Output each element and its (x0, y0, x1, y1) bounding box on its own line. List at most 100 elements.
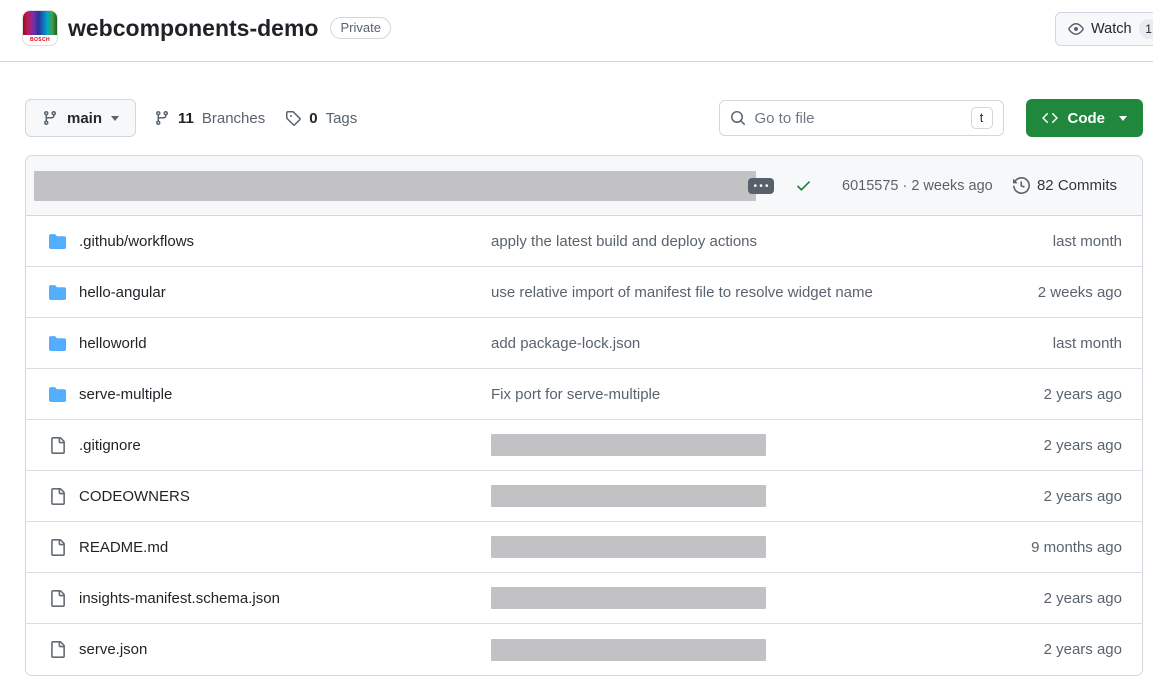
watch-button[interactable]: Watch 1 (1055, 12, 1153, 46)
file-icon (49, 437, 66, 454)
chevron-down-icon (111, 116, 119, 121)
file-name-cell: README.md (26, 539, 491, 556)
table-row[interactable]: .gitignore 2 years ago (26, 420, 1142, 471)
code-button[interactable]: Code (1026, 99, 1144, 137)
file-name-cell: helloworld (26, 335, 491, 352)
eye-icon (1068, 21, 1084, 37)
folder-icon (49, 284, 66, 301)
folder-icon (49, 335, 66, 352)
tags-label: Tags (326, 110, 358, 127)
file-name-link[interactable]: helloworld (79, 335, 147, 352)
table-row[interactable]: CODEOWNERS 2 years ago (26, 471, 1142, 522)
branch-selector-button[interactable]: main (25, 99, 136, 137)
commit-message-link[interactable]: add package-lock.json (491, 335, 640, 352)
commit-message-cell (491, 485, 982, 507)
table-row[interactable]: serve.json 2 years ago (26, 624, 1142, 675)
table-row[interactable]: serve-multiple Fix port for serve-multip… (26, 369, 1142, 420)
commit-message-redaction (491, 434, 766, 456)
file-icon (49, 488, 66, 505)
commit-message-cell (491, 536, 982, 558)
go-to-file-search[interactable]: t (719, 100, 1004, 136)
commit-message-redaction (491, 536, 766, 558)
file-name-cell: serve-multiple (26, 386, 491, 403)
last-updated-cell: 2 years ago (982, 488, 1142, 505)
folder-icon (49, 386, 66, 403)
file-name-link[interactable]: serve-multiple (79, 386, 172, 403)
last-updated-cell: 2 years ago (982, 437, 1142, 454)
folder-icon (49, 233, 66, 250)
last-updated-cell: 2 weeks ago (982, 284, 1142, 301)
file-name-cell: insights-manifest.schema.json (26, 590, 491, 607)
file-name-link[interactable]: insights-manifest.schema.json (79, 590, 280, 607)
shortcut-key-badge: t (971, 107, 993, 129)
file-name-cell: .github/workflows (26, 233, 491, 250)
commit-message-link[interactable]: use relative import of manifest file to … (491, 284, 873, 301)
table-row[interactable]: helloworld add package-lock.json last mo… (26, 318, 1142, 369)
go-to-file-input[interactable] (755, 110, 962, 127)
commit-message-link[interactable]: apply the latest build and deploy action… (491, 233, 757, 250)
latest-commit-bar: 6015575 · 2 weeks ago 82 Commits (26, 156, 1142, 216)
commit-message-cell (491, 587, 982, 609)
last-updated-cell: last month (982, 233, 1142, 250)
commit-author-message-redaction (34, 171, 756, 201)
history-icon (1013, 177, 1030, 194)
file-name-cell: hello-angular (26, 284, 491, 301)
file-name-cell: .gitignore (26, 437, 491, 454)
commit-message-cell: apply the latest build and deploy action… (491, 233, 982, 250)
current-branch-label: main (67, 110, 102, 127)
file-name-link[interactable]: serve.json (79, 641, 147, 658)
git-branch-icon (154, 110, 170, 126)
repo-header: BOSCH webcomponents-demo Private Watch 1 (0, 0, 1153, 62)
file-name-link[interactable]: hello-angular (79, 284, 166, 301)
file-name-link[interactable]: README.md (79, 539, 168, 556)
git-branch-icon (42, 110, 58, 126)
tag-icon (285, 110, 301, 126)
last-updated-cell: last month (982, 335, 1142, 352)
table-row[interactable]: .github/workflows apply the latest build… (26, 216, 1142, 267)
commit-sha-and-time[interactable]: 6015575 · 2 weeks ago (842, 178, 993, 194)
last-updated-cell: 2 years ago (982, 590, 1142, 607)
commit-kebab-button[interactable] (748, 178, 774, 194)
last-updated-cell: 9 months ago (982, 539, 1142, 556)
table-row[interactable]: README.md 9 months ago (26, 522, 1142, 573)
commit-message-cell: use relative import of manifest file to … (491, 284, 982, 301)
tags-link[interactable]: 0 Tags (285, 110, 357, 127)
tags-count: 0 (309, 110, 317, 127)
repo-toolbar: main 11 Branches 0 Tags t Code (25, 99, 1143, 137)
checks-passed-icon[interactable] (795, 177, 812, 194)
file-name-cell: serve.json (26, 641, 491, 658)
last-updated-cell: 2 years ago (982, 641, 1142, 658)
file-icon (49, 641, 66, 658)
watch-button-label: Watch (1091, 21, 1132, 37)
commit-message-redaction (491, 587, 766, 609)
table-row[interactable]: hello-angular use relative import of man… (26, 267, 1142, 318)
repo-title[interactable]: webcomponents-demo (68, 15, 318, 42)
last-updated-cell: 2 years ago (982, 386, 1142, 403)
visibility-badge: Private (330, 17, 390, 39)
commit-message-link[interactable]: Fix port for serve-multiple (491, 386, 660, 403)
file-icon (49, 590, 66, 607)
commit-message-cell: add package-lock.json (491, 335, 982, 352)
code-button-label: Code (1068, 110, 1106, 127)
chevron-down-icon (1119, 116, 1127, 121)
file-name-cell: CODEOWNERS (26, 488, 491, 505)
commit-history-link[interactable]: 82 Commits (1013, 177, 1117, 194)
repo-avatar-bosch-logo: BOSCH (22, 10, 58, 46)
commit-message-cell: Fix port for serve-multiple (491, 386, 982, 403)
branches-label: Branches (202, 110, 265, 127)
table-row[interactable]: insights-manifest.schema.json 2 years ag… (26, 573, 1142, 624)
file-name-link[interactable]: CODEOWNERS (79, 488, 190, 505)
bosch-logo-text: BOSCH (23, 35, 57, 45)
commit-message-cell (491, 434, 982, 456)
commits-count-label: 82 Commits (1037, 177, 1117, 194)
bosch-logo-stripes (23, 11, 57, 35)
commit-message-redaction (491, 639, 766, 661)
file-name-link[interactable]: .github/workflows (79, 233, 194, 250)
file-icon (49, 539, 66, 556)
branches-count: 11 (178, 110, 194, 127)
branches-link[interactable]: 11 Branches (154, 110, 265, 127)
file-name-link[interactable]: .gitignore (79, 437, 141, 454)
watch-count-badge: 1 (1139, 19, 1153, 39)
commit-message-cell (491, 639, 982, 661)
file-rows: .github/workflows apply the latest build… (26, 216, 1142, 675)
